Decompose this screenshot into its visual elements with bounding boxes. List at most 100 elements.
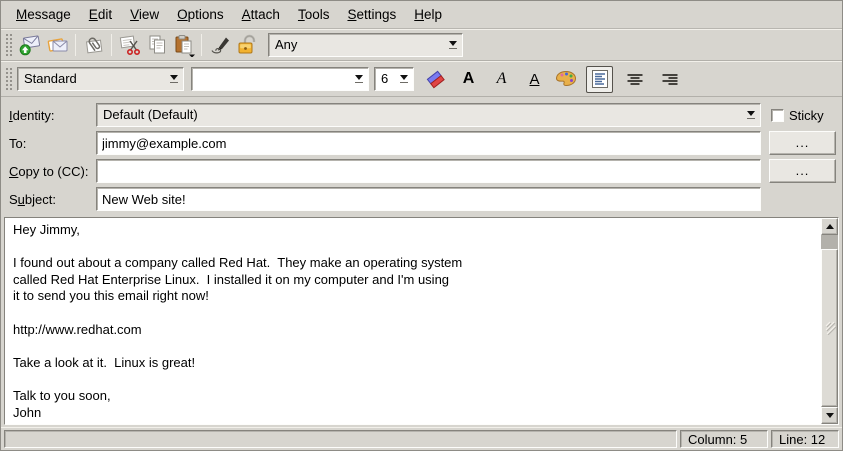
send-queued-icon	[46, 33, 70, 57]
underline-icon: A	[529, 71, 539, 88]
paragraph-style-value: Standard	[24, 71, 163, 86]
sticky-label: Sticky	[789, 108, 824, 123]
send-queued-button[interactable]	[44, 32, 71, 59]
copy-icon	[145, 33, 169, 57]
align-left-button[interactable]	[586, 66, 613, 93]
crypto-filter-combo[interactable]: Any	[268, 33, 463, 57]
align-left-icon	[590, 69, 610, 89]
menu-item-message[interactable]: Message	[7, 3, 80, 26]
eraser-button[interactable]	[422, 66, 449, 93]
eraser-icon	[423, 66, 449, 92]
editor-line	[13, 338, 821, 355]
bold-icon: A	[463, 70, 475, 88]
status-line-text: Line: 12	[779, 432, 825, 447]
chevron-down-icon[interactable]	[351, 70, 366, 88]
composer-window: MessageEditViewOptionsAttachToolsSetting…	[0, 0, 843, 451]
toolbar-separator	[75, 34, 76, 56]
scrollbar-thumb[interactable]	[821, 249, 838, 407]
message-body-editor: Hey Jimmy, I found out about a company c…	[4, 217, 839, 425]
scroll-down-button[interactable]	[821, 407, 838, 424]
subject-row: Subject:	[1, 187, 842, 211]
editor-line: it to send you this email right now!	[13, 288, 821, 305]
cut-button[interactable]	[116, 32, 143, 59]
menu-bar: MessageEditViewOptionsAttachToolsSetting…	[1, 1, 842, 29]
vertical-scrollbar	[821, 218, 838, 424]
font-family-combo[interactable]	[191, 67, 369, 91]
sticky-option: Sticky	[771, 108, 824, 123]
scrollbar-grip	[825, 321, 836, 335]
to-row: To: ...	[1, 131, 842, 155]
chevron-down-icon[interactable]	[743, 106, 758, 124]
menu-item-settings[interactable]: Settings	[338, 3, 405, 26]
editor-line	[13, 239, 821, 256]
editor-line: John	[13, 405, 821, 422]
main-toolbar: Any	[1, 29, 842, 61]
crypto-filter-value: Any	[275, 37, 442, 52]
menu-item-options[interactable]: Options	[168, 3, 233, 26]
paragraph-style-combo[interactable]: Standard	[17, 67, 184, 91]
attach-file-icon	[82, 33, 106, 57]
align-right-icon	[660, 69, 680, 89]
attach-file-button[interactable]	[80, 32, 107, 59]
status-column-text: Column: 5	[688, 432, 747, 447]
italic-button[interactable]: A	[488, 66, 515, 93]
editor-content[interactable]: Hey Jimmy, I found out about a company c…	[5, 218, 821, 424]
cc-label: Copy to (CC):	[1, 164, 96, 179]
text-color-button[interactable]	[552, 66, 579, 93]
editor-line: Take a look at it. Linux is great!	[13, 355, 821, 372]
align-center-icon	[625, 69, 645, 89]
paste-button[interactable]	[170, 32, 197, 59]
copy-button[interactable]	[143, 32, 170, 59]
cc-row: Copy to (CC): ...	[1, 159, 842, 183]
format-toolbar: Standard 6 A A	[1, 61, 842, 97]
menu-item-attach[interactable]: Attach	[233, 3, 289, 26]
editor-line	[13, 371, 821, 388]
to-address-picker-button[interactable]: ...	[769, 131, 836, 155]
toolbar-drag-handle[interactable]	[5, 33, 12, 57]
toolbar-separator	[111, 34, 112, 56]
chevron-down-icon[interactable]	[396, 70, 411, 88]
palette-icon	[553, 66, 579, 92]
status-line-panel: Line: 12	[771, 430, 839, 448]
menu-item-edit[interactable]: Edit	[80, 3, 121, 26]
message-headers: Identity: Default (Default) Sticky To: .…	[1, 97, 842, 215]
status-bar: Column: 5 Line: 12	[1, 427, 842, 450]
editor-line	[13, 305, 821, 322]
editor-line: http://www.redhat.com	[13, 322, 821, 339]
scroll-up-button[interactable]	[821, 218, 838, 235]
encrypt-button[interactable]	[233, 32, 260, 59]
editor-line: Hey Jimmy,	[13, 222, 821, 239]
send-button[interactable]	[17, 32, 44, 59]
bold-button[interactable]: A	[455, 66, 482, 93]
align-right-button[interactable]	[656, 66, 683, 93]
identity-label: Identity:	[1, 108, 96, 123]
chevron-down-icon[interactable]	[166, 70, 181, 88]
toolbar-separator	[201, 34, 202, 56]
toolbar-drag-handle[interactable]	[5, 67, 12, 91]
cc-address-picker-button[interactable]: ...	[769, 159, 836, 183]
cc-input[interactable]	[96, 159, 761, 183]
sticky-checkbox[interactable]	[771, 109, 784, 122]
font-size-spinner[interactable]: 6	[374, 67, 414, 91]
status-column-panel: Column: 5	[680, 430, 768, 448]
italic-icon: A	[497, 70, 507, 88]
align-center-button[interactable]	[621, 66, 648, 93]
menu-item-tools[interactable]: Tools	[289, 3, 339, 26]
to-label: To:	[1, 136, 96, 151]
menu-item-view[interactable]: View	[121, 3, 168, 26]
underline-button[interactable]: A	[521, 66, 548, 93]
editor-line: called Red Hat Enterprise Linux. I insta…	[13, 272, 821, 289]
subject-label: Subject:	[1, 192, 96, 207]
scrollbar-track[interactable]	[821, 235, 838, 249]
to-input[interactable]	[96, 131, 761, 155]
encrypt-icon	[235, 33, 259, 57]
identity-row: Identity: Default (Default) Sticky	[1, 103, 842, 127]
sign-button[interactable]	[206, 32, 233, 59]
chevron-down-icon[interactable]	[445, 36, 460, 54]
menu-item-help[interactable]: Help	[405, 3, 451, 26]
subject-input[interactable]	[96, 187, 761, 211]
paste-icon	[172, 33, 196, 57]
editor-line: Talk to you soon,	[13, 388, 821, 405]
status-message-panel	[4, 430, 677, 448]
identity-combo[interactable]: Default (Default)	[96, 103, 761, 127]
